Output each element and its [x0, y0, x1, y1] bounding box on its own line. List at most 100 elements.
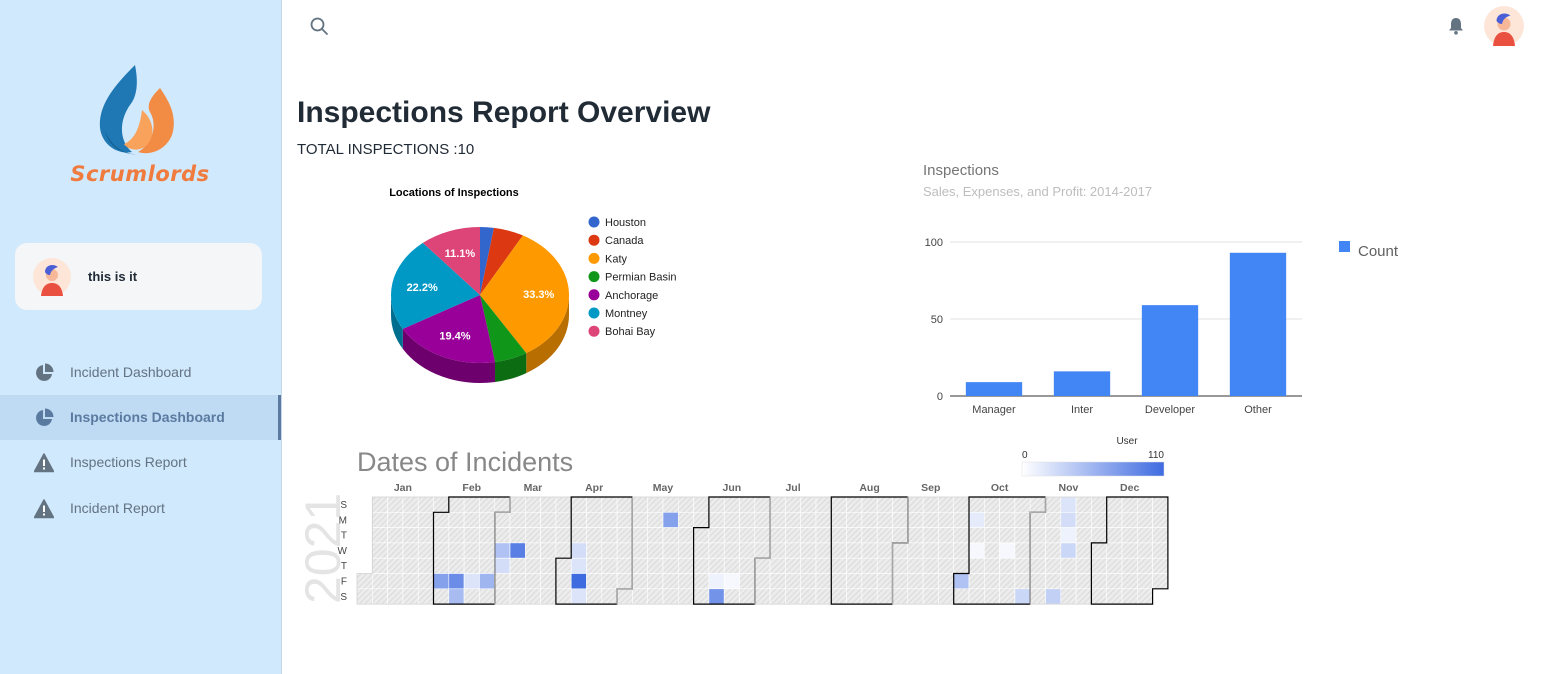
calendar-cell	[448, 557, 465, 574]
calendar-cell	[372, 496, 388, 513]
calendar-cell	[417, 557, 434, 574]
pie-legend-label: Bohai Bay	[605, 326, 656, 338]
calendar-cell-active	[570, 588, 587, 605]
calendar-month-label: Nov	[1059, 482, 1079, 494]
calendar-cell	[1106, 588, 1123, 605]
calendar-cell	[586, 542, 603, 559]
calendar-cell	[387, 573, 404, 590]
account-avatar[interactable]	[1484, 6, 1524, 46]
calendar-cell	[525, 496, 541, 513]
calendar-cell	[525, 588, 541, 605]
calendar-cell	[1029, 527, 1046, 544]
calendar-title: Dates of Incidents	[357, 447, 573, 477]
calendar-cell	[647, 496, 664, 513]
bell-icon[interactable]	[1446, 16, 1466, 36]
calendar-cell	[479, 512, 495, 528]
calendar-cell	[616, 557, 633, 574]
calendar-cell	[1014, 557, 1031, 574]
calendar-cell	[892, 496, 909, 513]
calendar-cell	[769, 573, 786, 590]
calendar-cell	[785, 588, 801, 605]
calendar-cell	[785, 557, 801, 574]
bar-x-label: Manager	[972, 404, 1016, 416]
calendar-cell	[785, 496, 801, 513]
nav-inspections-report[interactable]: Inspections Report	[0, 440, 281, 485]
calendar-cell	[861, 527, 878, 544]
calendar-cell	[662, 573, 679, 590]
calendar-cell	[479, 496, 495, 513]
calendar-cell	[1029, 557, 1046, 574]
pie-chart-icon	[36, 408, 54, 426]
calendar-month-label: Dec	[1120, 482, 1139, 494]
brand-logo[interactable]: Scrumlords	[60, 60, 220, 195]
calendar-cell	[1091, 527, 1108, 544]
calendar-weekday-label: W	[338, 546, 348, 557]
calendar-cell	[494, 588, 511, 605]
calendar-cell-active	[494, 557, 511, 574]
calendar-cell	[1045, 512, 1062, 528]
calendar-cell	[769, 557, 786, 574]
bar-x-labels: Manager Inter Developer Other	[972, 404, 1272, 416]
calendar-cell	[1045, 527, 1062, 544]
calendar-cell-active	[1060, 527, 1077, 544]
calendar-cell	[922, 527, 939, 544]
calendar-cell	[830, 496, 847, 513]
calendar-cell	[433, 512, 450, 528]
calendar-cell	[601, 588, 618, 605]
user-card[interactable]: this is it	[15, 243, 262, 310]
nav-incident-dashboard[interactable]: Incident Dashboard	[0, 350, 281, 395]
calendar-cell	[555, 588, 572, 605]
calendar-cell	[861, 542, 878, 559]
nav-incident-report[interactable]: Incident Report	[0, 486, 281, 531]
calendar-cell-active	[708, 573, 725, 590]
search-icon[interactable]	[308, 15, 330, 37]
calendar-cell	[1091, 542, 1108, 559]
nav-label: Inspections Report	[70, 454, 187, 470]
bar	[1229, 252, 1287, 396]
bar-legend-swatch	[1339, 241, 1350, 252]
calendar-month-label: Jul	[785, 482, 800, 494]
calendar-cell	[402, 512, 419, 528]
nav-label: Inspections Dashboard	[70, 409, 225, 425]
calendar-cell	[540, 557, 557, 574]
calendar-cell	[372, 588, 388, 605]
calendar-cell-active	[448, 573, 465, 590]
calendar-cell	[555, 527, 572, 544]
calendar-cell	[861, 588, 878, 605]
calendar-cell	[1121, 527, 1138, 544]
nav-inspections-dashboard[interactable]: Inspections Dashboard	[0, 395, 281, 440]
calendar-cell	[601, 527, 618, 544]
calendar-cell	[815, 557, 832, 574]
calendar-month-label: Oct	[991, 482, 1009, 494]
calendar-cell	[830, 542, 847, 559]
calendar-cell	[830, 557, 847, 574]
bar-subtitle: Sales, Expenses, and Profit: 2014-2017	[923, 184, 1152, 199]
calendar-cell	[739, 512, 756, 528]
calendar-cell	[601, 496, 618, 513]
calendar-cell	[677, 542, 694, 559]
calendar-cell	[953, 588, 970, 605]
calendar-cell	[616, 588, 633, 605]
calendar-cell-active	[1060, 496, 1077, 513]
calendar-cell	[632, 527, 648, 544]
calendar-cell	[846, 573, 863, 590]
pie-data-label: 22.2%	[407, 282, 438, 294]
calendar-cell	[907, 512, 924, 528]
bar-legend: Count	[1339, 241, 1399, 260]
calendar-cell	[876, 496, 893, 513]
calendar-cell	[356, 573, 373, 590]
calendar-cell	[892, 573, 909, 590]
incidents-calendar-heatmap: Dates of Incidents User 0 110 2021 Jan Fe…	[295, 436, 1169, 605]
calendar-cell	[999, 573, 1016, 590]
calendar-cell	[938, 512, 955, 528]
calendar-cell	[494, 512, 511, 528]
calendar-weekday-label: T	[341, 531, 347, 542]
calendar-cell	[372, 573, 388, 590]
calendar-cell	[1075, 557, 1092, 574]
calendar-legend-title: User	[1116, 436, 1138, 447]
calendar-cell	[693, 542, 710, 559]
calendar-cell	[417, 527, 434, 544]
calendar-cell	[892, 588, 909, 605]
sidebar: Scrumlords this is it Incident Dashboard…	[0, 0, 282, 674]
calendar-cell	[540, 527, 557, 544]
